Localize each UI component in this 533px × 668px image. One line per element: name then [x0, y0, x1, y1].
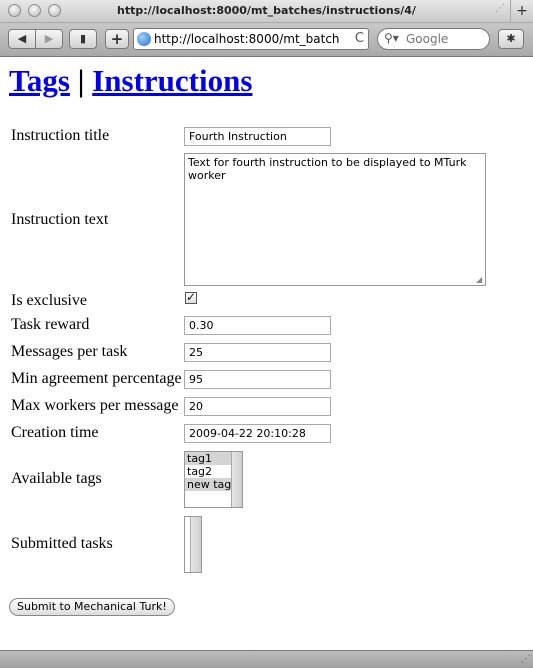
instruction-title-input[interactable] [184, 127, 331, 146]
is-exclusive-label: Is exclusive [11, 292, 87, 309]
min-agreement-label: Min agreement percentage [11, 370, 182, 387]
heading-separator: | [69, 63, 93, 98]
creation-time-label: Creation time [11, 424, 99, 441]
debug-bug-button[interactable]: ✱ [498, 29, 524, 49]
is-exclusive-checkbox[interactable]: ✓ [185, 290, 197, 304]
window-title: http://localhost:8000/mt_batches/instruc… [117, 4, 416, 17]
instruction-text-textarea[interactable]: Text for fourth instruction to be displa… [184, 153, 486, 286]
max-workers-input[interactable] [184, 397, 331, 416]
max-workers-label: Max workers per message [11, 397, 179, 414]
page-content: Tags | Instructions Instruction title In… [0, 57, 533, 650]
tab-resize-icon: ⋰ [495, 3, 505, 14]
available-tags-label: Available tags [11, 470, 102, 487]
search-field[interactable]: ⚲▾ [377, 28, 490, 50]
reload-icon[interactable]: C [355, 29, 364, 49]
checkmark-icon: ✓ [186, 290, 197, 304]
instruction-text-label: Instruction text [11, 211, 109, 228]
window-titlebar: http://localhost:8000/mt_batches/instruc… [0, 0, 533, 23]
available-tags-listbox[interactable]: tag1 tag2 new tag [184, 451, 243, 508]
submitted-tasks-listbox[interactable] [184, 516, 202, 573]
back-button[interactable]: ◀ [8, 29, 36, 49]
tags-link[interactable]: Tags [9, 63, 70, 98]
status-bar: ⋰ [0, 650, 533, 668]
submit-to-mturk-button[interactable]: Submit to Mechanical Turk! [9, 598, 175, 616]
forward-arrow-icon: ▶ [44, 32, 54, 45]
back-arrow-icon: ◀ [17, 32, 27, 45]
globe-icon [137, 32, 151, 46]
messages-per-task-label: Messages per task [11, 343, 128, 360]
window-resize-icon[interactable]: ⋰ [521, 654, 531, 665]
textarea-resize-handle[interactable]: ◢ [476, 276, 485, 285]
creation-time-input[interactable] [184, 424, 331, 443]
search-icon: ⚲▾ [384, 31, 399, 45]
submitted-tasks-label: Submitted tasks [11, 535, 113, 552]
instruction-title-label: Instruction title [11, 127, 110, 144]
bug-icon: ✱ [506, 32, 516, 45]
forward-button[interactable]: ▶ [35, 29, 63, 49]
listbox-scrollbar[interactable] [190, 517, 201, 572]
browser-toolbar: ◀ ▶ ▮ + http://localhost:8000/mt_batch C… [0, 23, 533, 57]
listbox-scrollbar[interactable] [231, 452, 242, 507]
messages-per-task-input[interactable] [184, 343, 331, 362]
task-reward-label: Task reward [11, 316, 90, 333]
new-tab-button[interactable]: + [510, 0, 533, 22]
bookmark-icon: ▮ [79, 32, 87, 45]
task-reward-input[interactable] [184, 316, 331, 335]
bookmarks-button[interactable]: ▮ [69, 29, 97, 49]
page-heading: Tags | Instructions [9, 63, 252, 99]
address-text: http://localhost:8000/mt_batch [154, 32, 340, 46]
add-bookmark-button[interactable]: + [105, 29, 129, 49]
min-agreement-input[interactable] [184, 370, 331, 389]
instructions-link[interactable]: Instructions [92, 63, 252, 98]
search-input[interactable] [404, 31, 488, 47]
address-bar[interactable]: http://localhost:8000/mt_batch C [133, 28, 369, 50]
plus-icon: + [110, 30, 124, 48]
